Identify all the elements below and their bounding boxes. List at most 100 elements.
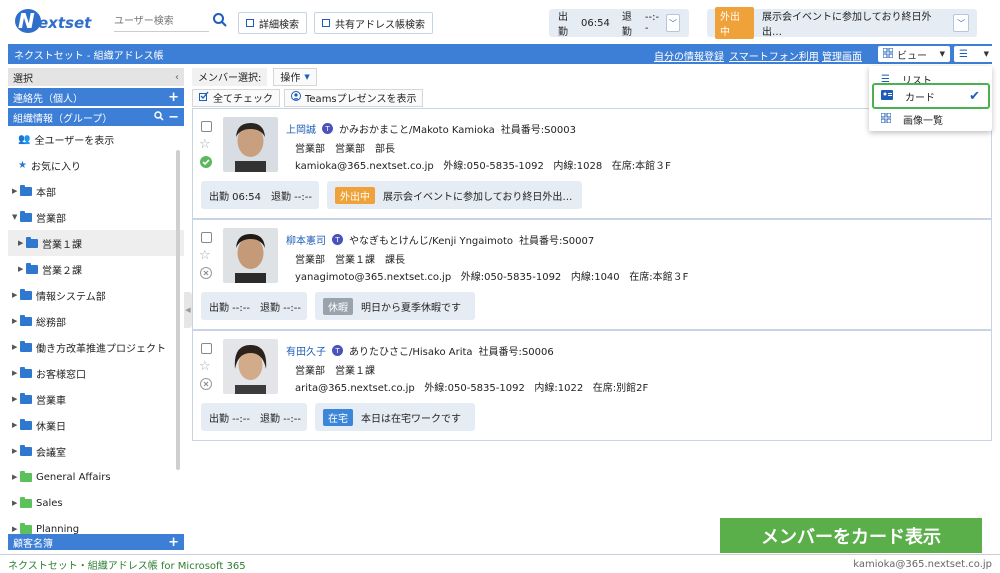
svg-text:N: N <box>18 9 35 33</box>
member-card[interactable]: ☆ 有田久子 T ありたひさこ/Hisako Arita 社員番号:S0006 … <box>192 330 992 441</box>
smartphone-link[interactable]: スマートフォン利用 <box>729 48 819 63</box>
status-message: 展示会イベントに参加しており終日外出… <box>762 12 932 38</box>
status-dropdown-button[interactable]: ﹀ <box>953 14 969 32</box>
sidebar-contacts-header[interactable]: 連絡先（個人） + <box>8 88 184 106</box>
grid-icon <box>882 47 894 61</box>
sidebar-item-holidays[interactable]: ▶ 休業日 <box>8 412 184 438</box>
teams-icon[interactable]: T <box>322 123 333 134</box>
favorite-star-icon[interactable]: ☆ <box>199 248 211 263</box>
sidebar-scrollbar[interactable] <box>176 150 180 470</box>
app-header: ネクストセット - 組織アドレス帳 自分の情報登録 スマートフォン利用 管理画面… <box>8 44 994 64</box>
nextset-logo[interactable]: N extset <box>14 6 104 36</box>
sidebar-item-sales-1[interactable]: ▶ 営業１課 <box>8 230 184 256</box>
favorite-star-icon[interactable]: ☆ <box>199 359 211 374</box>
caret-right-icon: ▶ <box>12 343 18 351</box>
caret-down-icon: ▼ <box>12 213 18 221</box>
check-all-button[interactable]: 全てチェック <box>192 88 280 107</box>
sidebar-item-favorites[interactable]: ★ お気に入り <box>8 152 184 178</box>
shared-address-search-button[interactable]: 共有アドレス帳検索 <box>314 12 433 34</box>
sidebar-item-general-affairs[interactable]: ▶ General Affairs <box>8 464 184 490</box>
register-my-info-link[interactable]: 自分の情報登録 <box>654 48 724 63</box>
folder-icon <box>26 262 38 274</box>
sidebar-select-header[interactable]: 選択 ‹ <box>8 68 184 86</box>
chevron-left-icon: ◀ <box>185 306 191 314</box>
caret-right-icon: ▶ <box>18 239 24 247</box>
sidebar-item-workstyle-project[interactable]: ▶ 働き方改革推進プロジェクト <box>8 334 184 360</box>
menu-button[interactable]: ☰ ▼ <box>954 46 994 62</box>
sidebar-item-general-affairs-dept[interactable]: ▶ 総務部 <box>8 308 184 334</box>
plus-icon[interactable]: + <box>168 535 179 550</box>
view-option-image-grid[interactable]: 画像一覧 <box>869 110 992 128</box>
caret-right-icon: ▶ <box>12 421 18 429</box>
member-contact-row: yanagimoto@365.nextset.co.jp 外線:050-5835… <box>295 268 688 283</box>
caption-banner: メンバーをカード表示 <box>720 518 982 553</box>
checklist-icon <box>199 91 209 104</box>
sidebar-item-sales[interactable]: ▶ Sales <box>8 490 184 516</box>
member-email[interactable]: kamioka@365.nextset.co.jp <box>295 161 434 172</box>
sidebar-item-sales-cars[interactable]: ▶ 営業車 <box>8 386 184 412</box>
status-badge: 休暇 <box>323 297 353 315</box>
member-name-row: 上岡誠 T かみおかまこと/Makoto Kamioka 社員番号:S0003 <box>286 121 576 136</box>
sidebar-item-customer-desk[interactable]: ▶ お客様窓口 <box>8 360 184 386</box>
attendance-pill: 出勤 --:-- 退勤 --:-- <box>201 403 307 431</box>
member-email[interactable]: yanagimoto@365.nextset.co.jp <box>295 272 451 283</box>
minus-icon[interactable]: − <box>168 110 179 125</box>
sidebar-org-header[interactable]: 組織情報（グループ） − <box>8 108 184 126</box>
sidebar-item-sales-2[interactable]: ▶ 営業２課 <box>8 256 184 282</box>
caret-right-icon: ▶ <box>12 369 18 377</box>
attendance-dropdown-button[interactable]: ﹀ <box>666 14 680 32</box>
member-department: 営業部 営業１課 課長 <box>295 255 405 266</box>
member-name-link[interactable]: 上岡誠 <box>286 121 316 136</box>
offline-status-icon <box>200 267 212 279</box>
member-email[interactable]: arita@365.nextset.co.jp <box>295 383 415 394</box>
member-inner: 内線:1040 <box>570 272 620 283</box>
avatar <box>223 117 278 172</box>
folder-icon <box>20 392 32 404</box>
folder-open-icon <box>20 210 32 222</box>
member-checkbox[interactable] <box>201 343 212 354</box>
member-card[interactable]: ☆ 柳本憲司 T やなぎもとけんじ/Kenji Yngaimoto 社員番号:S… <box>192 219 992 330</box>
member-name-link[interactable]: 柳本憲司 <box>286 232 326 247</box>
operation-dropdown[interactable]: 操作 ▼ <box>273 67 317 86</box>
view-button[interactable]: ビュー ▼ <box>878 46 950 62</box>
chevron-left-icon[interactable]: ‹ <box>175 72 179 83</box>
attendance-pill: 出勤 --:-- 退勤 --:-- <box>201 292 307 320</box>
teams-icon[interactable]: T <box>332 345 343 356</box>
folder-icon <box>26 236 38 248</box>
member-name-link[interactable]: 有田久子 <box>286 343 326 358</box>
sidebar-item-all-users[interactable]: 👥 全ユーザーを表示 <box>8 126 184 152</box>
member-checkbox[interactable] <box>201 232 212 243</box>
status-badge: 外出中 <box>335 186 375 204</box>
status-pill: 在宅 本日は在宅ワークです <box>315 403 475 431</box>
member-checkbox[interactable] <box>201 121 212 132</box>
sidebar-item-sales-dept[interactable]: ▼ 営業部 <box>8 204 184 230</box>
favorite-star-icon[interactable]: ☆ <box>199 137 211 152</box>
sidebar-item-meeting-rooms[interactable]: ▶ 会議室 <box>8 438 184 464</box>
sidebar-customers-header[interactable]: 顧客名簿 + <box>8 534 184 550</box>
caret-right-icon: ▶ <box>12 499 18 507</box>
view-option-card[interactable]: カード ✔ <box>869 87 992 105</box>
svg-text:extset: extset <box>38 14 92 32</box>
search-icon[interactable] <box>212 12 230 32</box>
admin-link[interactable]: 管理画面 <box>822 48 862 63</box>
advanced-search-button[interactable]: 詳細検索 <box>238 12 307 34</box>
folder-icon <box>20 366 32 378</box>
grid-icon <box>880 112 892 126</box>
offline-status-icon <box>200 378 212 390</box>
user-search-input[interactable] <box>114 12 209 32</box>
sidebar-item-it-dept[interactable]: ▶ 情報システム部 <box>8 282 184 308</box>
view-dropdown-menu: ☰ リスト カード ✔ 画像一覧 <box>869 66 992 131</box>
sidebar-item-honbu[interactable]: ▶ 本部 <box>8 178 184 204</box>
folder-icon <box>20 314 32 326</box>
caret-right-icon: ▶ <box>12 473 18 481</box>
caret-right-icon: ▶ <box>12 291 18 299</box>
plus-icon[interactable]: + <box>168 90 179 105</box>
sidebar-collapse-handle[interactable]: ◀ <box>184 292 192 328</box>
teams-icon[interactable]: T <box>332 234 343 245</box>
footer-user-email: kamioka@365.nextset.co.jp <box>853 558 992 570</box>
member-seat: 在席:別館2F <box>592 383 649 394</box>
teams-presence-button[interactable]: Teamsプレゼンスを表示 <box>284 88 424 107</box>
folder-icon <box>20 418 32 430</box>
search-icon[interactable] <box>154 110 164 124</box>
users-icon: 👥 <box>18 133 31 145</box>
